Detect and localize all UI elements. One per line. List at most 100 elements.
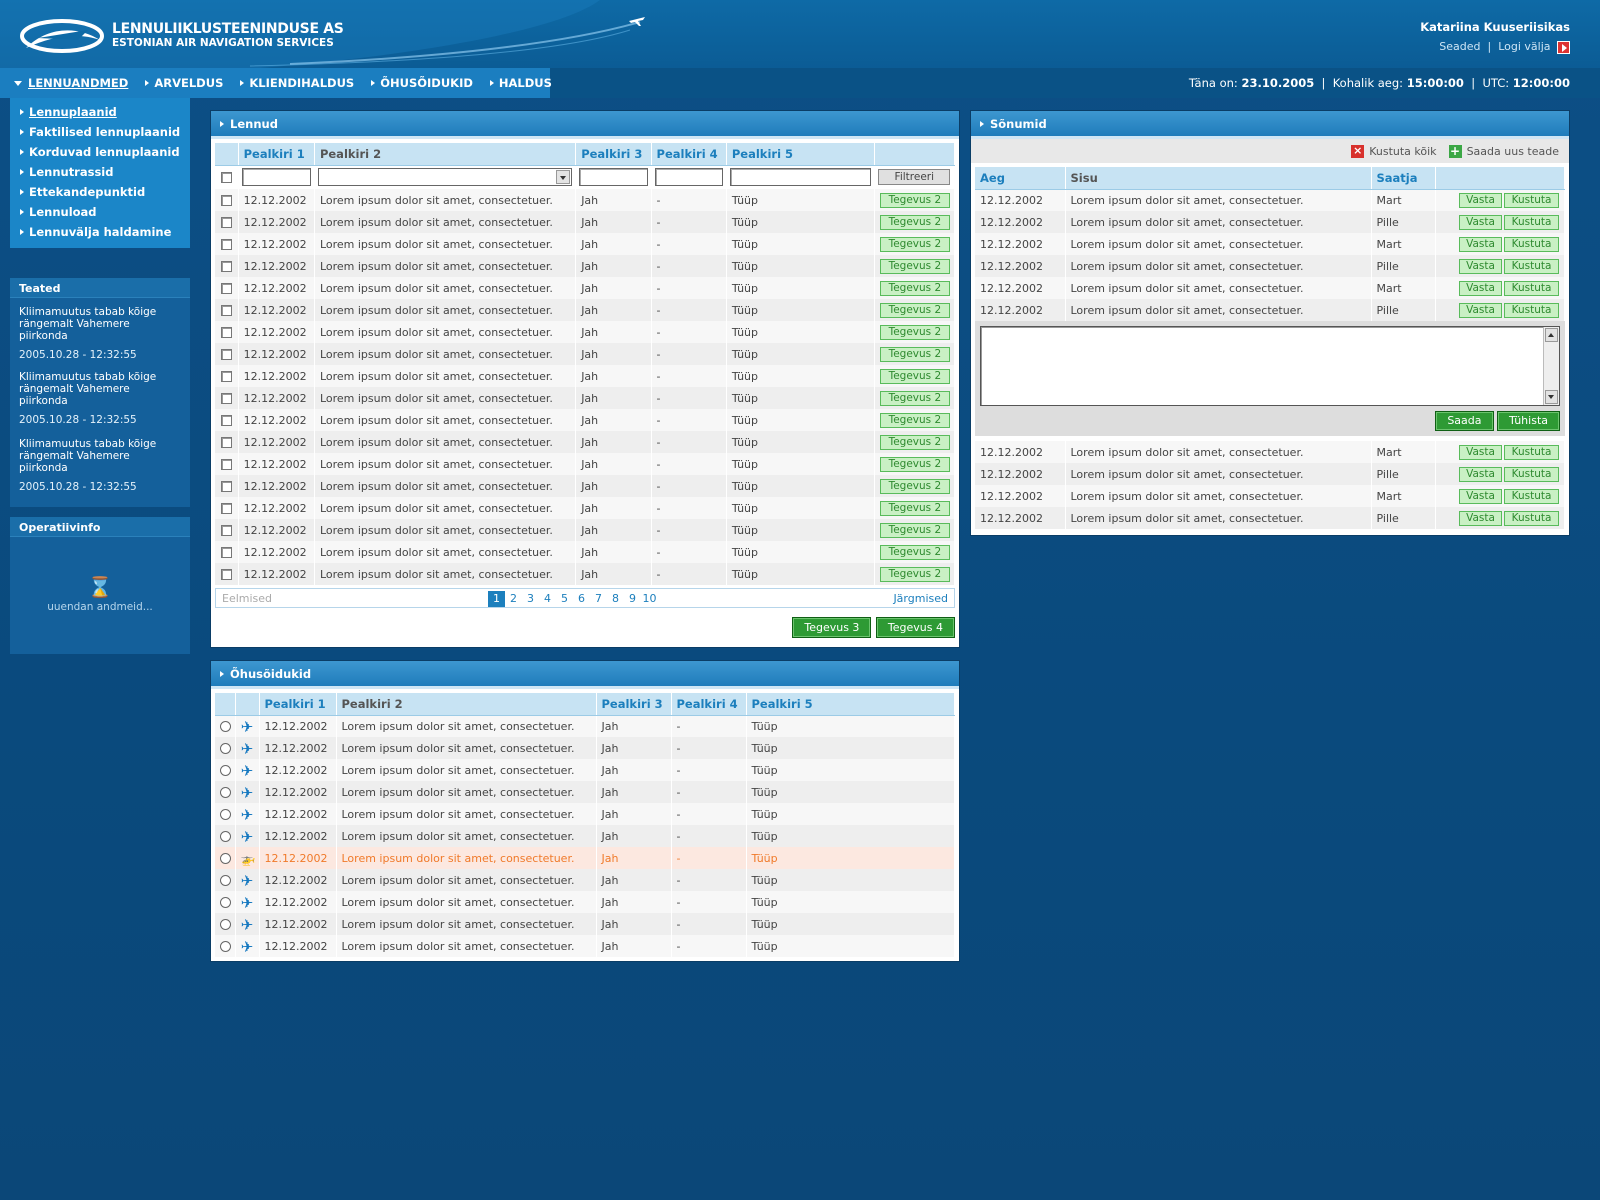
scroll-up-icon[interactable] bbox=[1545, 328, 1558, 342]
table-row[interactable]: ✈ 12.12.2002 Lorem ipsum dolor sit amet, c… bbox=[215, 715, 955, 737]
row-radio[interactable] bbox=[220, 787, 231, 798]
reply-button[interactable]: Vasta bbox=[1459, 302, 1502, 318]
table-row[interactable]: 12.12.2002 Lorem ipsum dolor sit amet, co… bbox=[215, 233, 956, 255]
table-row[interactable]: 12.12.2002 Lorem ipsum dolor sit amet, co… bbox=[215, 409, 956, 431]
filter-input-5[interactable] bbox=[729, 168, 871, 187]
column-header[interactable]: Saatja bbox=[1371, 167, 1436, 190]
table-row[interactable]: 12.12.2002 Lorem ipsum dolor sit amet, co… bbox=[215, 343, 956, 365]
logo-icon[interactable] bbox=[18, 18, 108, 56]
delete-button[interactable]: Kustuta bbox=[1504, 236, 1559, 252]
table-row[interactable]: 12.12.2002 Lorem ipsum dolor sit amet, co… bbox=[215, 211, 956, 233]
page-link[interactable]: 3 bbox=[522, 591, 539, 607]
table-row[interactable]: 12.12.2002 Lorem ipsum dolor sit amet, co… bbox=[215, 563, 956, 585]
settings-link[interactable]: Seaded bbox=[1439, 40, 1480, 53]
table-row[interactable]: ✈ 12.12.2002 Lorem ipsum dolor sit amet, c… bbox=[215, 737, 955, 759]
row-checkbox[interactable] bbox=[220, 481, 232, 492]
nav-item-arveldus[interactable]: ARVELDUS bbox=[145, 76, 223, 90]
reply-button[interactable]: Vasta bbox=[1459, 488, 1502, 504]
row-radio[interactable] bbox=[220, 831, 231, 842]
action-3-button[interactable]: Tegevus 3 bbox=[792, 617, 872, 638]
action-2-button[interactable]: Tegevus 2 bbox=[879, 214, 950, 230]
table-row[interactable]: ✈ 12.12.2002 Lorem ipsum dolor sit amet, c… bbox=[215, 891, 955, 913]
table-row[interactable]: 12.12.2002 Lorem ipsum dolor sit amet, co… bbox=[215, 255, 956, 277]
column-header[interactable]: Pealkiri 1 bbox=[238, 143, 315, 166]
action-2-button[interactable]: Tegevus 2 bbox=[879, 522, 950, 538]
submenu-item-lennuload[interactable]: Lennuload bbox=[10, 202, 190, 222]
delete-button[interactable]: Kustuta bbox=[1504, 192, 1559, 208]
logout-icon[interactable] bbox=[1557, 40, 1570, 54]
action-2-button[interactable]: Tegevus 2 bbox=[879, 280, 950, 296]
table-row[interactable]: 12.12.2002 Lorem ipsum dolor sit amet, co… bbox=[215, 299, 956, 321]
row-checkbox[interactable] bbox=[220, 217, 232, 228]
news-text[interactable]: Kliimamuutus tabab kõige rängemalt Vahem… bbox=[19, 306, 181, 342]
table-row[interactable]: 12.12.2002 Lorem ipsum dolor sit amet, co… bbox=[215, 387, 956, 409]
table-row[interactable]: ✈ 12.12.2002 Lorem ipsum dolor sit amet, c… bbox=[215, 913, 955, 935]
row-radio[interactable] bbox=[220, 919, 231, 930]
reply-button[interactable]: Vasta bbox=[1459, 444, 1502, 460]
table-row[interactable]: 12.12.2002 Lorem ipsum dolor sit amet, co… bbox=[215, 321, 956, 343]
row-checkbox[interactable] bbox=[220, 547, 232, 558]
column-header[interactable]: Pealkiri 5 bbox=[726, 143, 875, 166]
table-row[interactable]: 12.12.2002 Lorem ipsum dolor sit amet, co… bbox=[215, 453, 956, 475]
action-2-button[interactable]: Tegevus 2 bbox=[879, 566, 950, 582]
action-2-button[interactable]: Tegevus 2 bbox=[879, 324, 950, 340]
action-2-button[interactable]: Tegevus 2 bbox=[879, 258, 950, 274]
submenu-item-korduvad[interactable]: Korduvad lennuplaanid bbox=[10, 142, 190, 162]
message-row[interactable]: 12.12.2002 Lorem ipsum dolor sit amet, co… bbox=[975, 211, 1565, 233]
column-header[interactable]: Pealkiri 3 bbox=[596, 693, 672, 716]
message-row[interactable]: 12.12.2002 Lorem ipsum dolor sit amet, co… bbox=[975, 189, 1565, 211]
delete-button[interactable]: Kustuta bbox=[1504, 302, 1559, 318]
message-row[interactable]: 12.12.2002 Lorem ipsum dolor sit amet, co… bbox=[975, 255, 1565, 277]
page-link[interactable]: 5 bbox=[556, 591, 573, 607]
row-checkbox[interactable] bbox=[220, 239, 232, 250]
scroll-down-icon[interactable] bbox=[1545, 390, 1558, 404]
logout-link[interactable]: Logi välja bbox=[1498, 40, 1550, 53]
table-row[interactable]: 12.12.2002 Lorem ipsum dolor sit amet, co… bbox=[215, 189, 956, 211]
table-row[interactable]: 12.12.2002 Lorem ipsum dolor sit amet, co… bbox=[215, 541, 956, 563]
submenu-item-lennuplaanid[interactable]: Lennuplaanid bbox=[10, 102, 190, 122]
submenu-item-lennutrassid[interactable]: Lennutrassid bbox=[10, 162, 190, 182]
row-radio[interactable] bbox=[220, 809, 231, 820]
page-link[interactable]: 9 bbox=[624, 591, 641, 607]
reply-button[interactable]: Vasta bbox=[1459, 214, 1502, 230]
action-2-button[interactable]: Tegevus 2 bbox=[879, 412, 950, 428]
action-2-button[interactable]: Tegevus 2 bbox=[879, 236, 950, 252]
delete-button[interactable]: Kustuta bbox=[1504, 214, 1559, 230]
row-checkbox[interactable] bbox=[220, 525, 232, 536]
column-header[interactable]: Pealkiri 2 bbox=[336, 693, 597, 716]
action-2-button[interactable]: Tegevus 2 bbox=[879, 478, 950, 494]
page-link[interactable]: 7 bbox=[590, 591, 607, 607]
column-header[interactable]: Pealkiri 4 bbox=[671, 693, 747, 716]
column-header[interactable]: Sisu bbox=[1065, 167, 1372, 190]
reply-button[interactable]: Vasta bbox=[1459, 466, 1502, 482]
scrollbar[interactable] bbox=[1543, 327, 1559, 405]
row-checkbox[interactable] bbox=[220, 261, 232, 272]
action-2-button[interactable]: Tegevus 2 bbox=[879, 368, 950, 384]
delete-button[interactable]: Kustuta bbox=[1504, 280, 1559, 296]
filter-input-4[interactable] bbox=[654, 168, 723, 187]
submenu-item-lennuvalja[interactable]: Lennuvälja haldamine bbox=[10, 222, 190, 242]
column-header[interactable]: Aeg bbox=[975, 167, 1066, 190]
row-radio[interactable] bbox=[220, 853, 231, 864]
row-checkbox[interactable] bbox=[220, 393, 232, 404]
submenu-item-faktilised[interactable]: Faktilised lennuplaanid bbox=[10, 122, 190, 142]
table-row[interactable]: 🚁 12.12.2002 Lorem ipsum dolor sit amet, c… bbox=[215, 847, 955, 869]
action-2-button[interactable]: Tegevus 2 bbox=[879, 456, 950, 472]
row-checkbox[interactable] bbox=[220, 459, 232, 470]
select-all-checkbox[interactable] bbox=[220, 172, 232, 184]
filter-button[interactable]: Filtreeri bbox=[878, 169, 951, 186]
filter-select-2[interactable] bbox=[317, 168, 573, 187]
reply-button[interactable]: Vasta bbox=[1459, 192, 1502, 208]
news-item[interactable]: Kliimamuutus tabab kõige rängemalt Vahem… bbox=[19, 438, 181, 493]
table-row[interactable]: 12.12.2002 Lorem ipsum dolor sit amet, co… bbox=[215, 365, 956, 387]
delete-button[interactable]: Kustuta bbox=[1504, 510, 1559, 526]
message-row[interactable]: 12.12.2002 Lorem ipsum dolor sit amet, co… bbox=[975, 441, 1565, 463]
news-item[interactable]: Kliimamuutus tabab kõige rängemalt Vahem… bbox=[19, 306, 181, 361]
table-row[interactable]: 12.12.2002 Lorem ipsum dolor sit amet, co… bbox=[215, 519, 956, 541]
message-row[interactable]: 12.12.2002 Lorem ipsum dolor sit amet, co… bbox=[975, 485, 1565, 507]
page-link[interactable]: 10 bbox=[641, 591, 658, 607]
column-header[interactable]: Pealkiri 3 bbox=[575, 143, 652, 166]
page-link[interactable]: 1 bbox=[488, 591, 505, 607]
column-header[interactable]: Pealkiri 1 bbox=[259, 693, 337, 716]
row-radio[interactable] bbox=[220, 765, 231, 776]
